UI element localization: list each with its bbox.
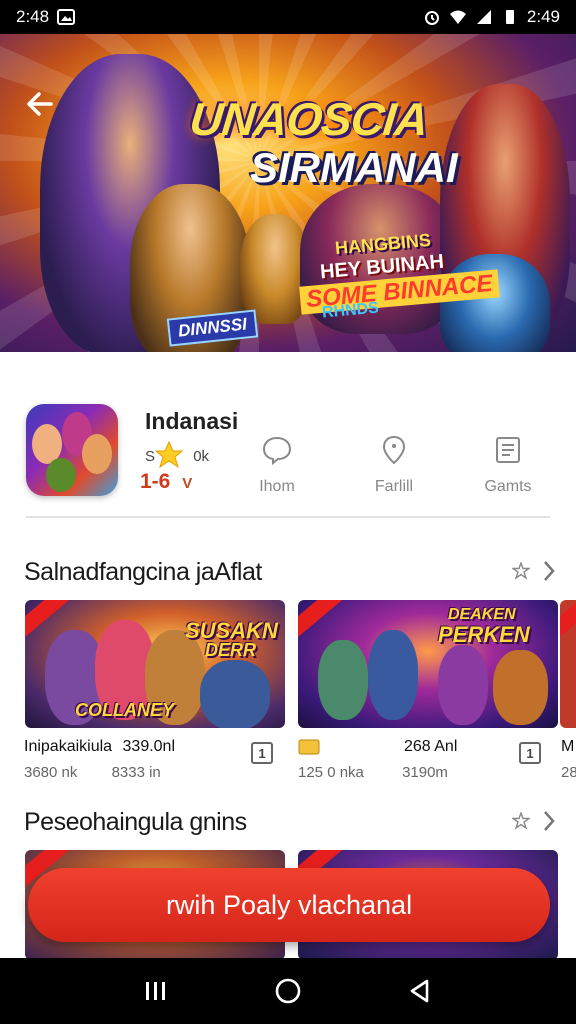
primary-cta-button[interactable]: rwih Poaly vlachanal [28,868,550,942]
star-outline-icon[interactable] [512,562,530,580]
game-card[interactable]: DEAKEN PERKEN [298,600,558,728]
gallery-notification-icon [57,9,76,25]
hero-subtitle: SIRMANAI [250,144,458,191]
card-title: Inipakaikiula 339.0nl [24,738,176,755]
section-title-2: Peseohaingula gnins [24,808,247,836]
back-button[interactable] [22,86,58,122]
recents-button[interactable] [136,971,176,1011]
app-icon[interactable] [26,404,118,496]
save-button[interactable]: 1 [519,742,541,764]
location-pin-icon [382,435,406,465]
signal-icon [476,10,491,24]
home-circle-icon [275,978,301,1004]
card-title: 268 Anl [404,738,458,755]
meta-item-comments[interactable]: Ihom [232,434,322,496]
app-detail-screen: 2:48 2:49 UNAOSCIA SIRMANAI HANGBINS HEY… [0,0,576,1024]
back-triangle-icon [410,979,429,1003]
arrow-left-icon [27,92,53,116]
app-info-section: Indanasi S 0k 1-6 V Ihom Farlill Gamts [0,352,576,528]
hero-banner: UNAOSCIA SIRMANAI HANGBINS HEY BUINAH SO… [0,34,576,352]
meta-item-document[interactable]: Gamts [463,434,553,496]
status-bar: 2:48 2:49 [0,0,576,34]
recents-icon [146,982,165,1000]
game-card[interactable]: SUSAKN DERR COLLANEY [25,600,285,728]
chevron-right-icon[interactable] [542,810,556,832]
card-caption: PERKEN [438,622,530,647]
chat-bubble-icon [262,436,292,466]
card-caption: DERR [205,640,257,660]
star-icon [154,440,184,469]
section-1-actions [512,560,556,582]
hero-title: UNAOSCIA [187,93,431,145]
section-2-actions [512,810,556,832]
clock-left: 2:48 [16,7,50,26]
card-title-partial: M [561,738,575,755]
app-name: Indanasi [145,408,239,434]
coin-icon [298,739,320,755]
game-card-partial[interactable] [560,600,576,728]
gallery-1: SUSAKN DERR COLLANEY DEAKEN PERKEN Inipa… [0,600,576,800]
star-outline-icon[interactable] [512,812,530,830]
chevron-right-icon[interactable] [542,560,556,582]
divider [26,516,550,518]
alarm-icon [424,11,439,25]
card-caption: COLLANEY [75,700,174,720]
battery-icon [505,10,514,24]
meta-item-location[interactable]: Farlill [349,434,439,496]
back-nav-button[interactable] [400,971,440,1011]
document-icon [496,437,520,463]
home-button[interactable] [268,971,308,1011]
card-subtitle: 125 0 nka 3190m [298,764,448,781]
section-title-1: Salnadfangcina jaAflat [24,558,262,586]
system-nav-bar [0,958,576,1024]
save-button[interactable]: 1 [251,742,273,764]
app-rating: 1-6 V [140,470,193,493]
card-subtitle: 3680 nk 8333 in [24,764,161,781]
wifi-icon [449,10,466,24]
card-subtitle-partial: 28 [561,764,576,781]
clock-right: 2:49 [526,7,560,26]
